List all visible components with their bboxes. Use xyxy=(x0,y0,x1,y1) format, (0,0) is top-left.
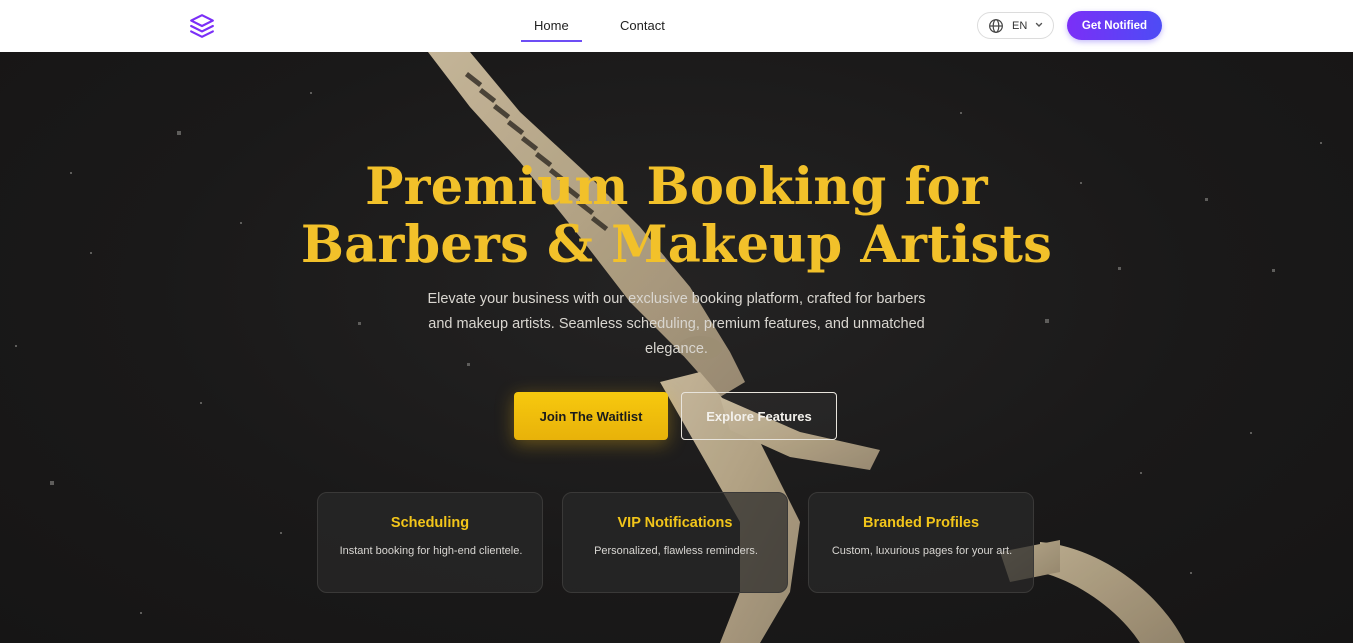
explore-features-button[interactable]: Explore Features xyxy=(681,392,837,440)
feature-card-title: VIP Notifications xyxy=(617,515,733,531)
hero-title-line-2: Barbers & Makeup Artists xyxy=(300,215,1053,275)
hero-title: Premium Booking for Barbers & Makeup Art… xyxy=(0,158,1353,274)
feature-card-scheduling: Scheduling Instant booking for high-end … xyxy=(317,492,543,593)
language-selector[interactable]: EN xyxy=(977,12,1054,39)
join-waitlist-button[interactable]: Join The Waitlist xyxy=(514,392,668,440)
chevron-down-icon xyxy=(1035,22,1043,27)
language-label: EN xyxy=(1012,20,1028,32)
layers-icon[interactable] xyxy=(189,13,215,39)
feature-card-vip-notifications: VIP Notifications Personalized, flawless… xyxy=(562,492,788,593)
feature-card-title: Branded Profiles xyxy=(862,515,980,531)
hero-section: Premium Booking for Barbers & Makeup Art… xyxy=(0,52,1353,643)
globe-icon xyxy=(989,19,1003,33)
get-notified-button[interactable]: Get Notified xyxy=(1067,11,1162,40)
feature-card-title: Scheduling xyxy=(390,515,470,531)
nav-link-home[interactable]: Home xyxy=(534,18,569,33)
nav-link-contact[interactable]: Contact xyxy=(620,18,665,33)
feature-card-description: Personalized, flawless reminders. xyxy=(594,545,758,557)
feature-card-description: Custom, luxurious pages for your art. xyxy=(831,545,1013,557)
feature-card-branded-profiles: Branded Profiles Custom, luxurious pages… xyxy=(808,492,1034,593)
hero-subtitle: Elevate your business with our exclusive… xyxy=(427,291,926,357)
active-tab-indicator xyxy=(521,40,582,42)
hero-title-line-1: Premium Booking for xyxy=(365,157,988,217)
feature-card-description: Instant booking for high-end clientele. xyxy=(339,545,523,557)
top-navbar: Home Contact EN Get Notified xyxy=(0,0,1353,52)
